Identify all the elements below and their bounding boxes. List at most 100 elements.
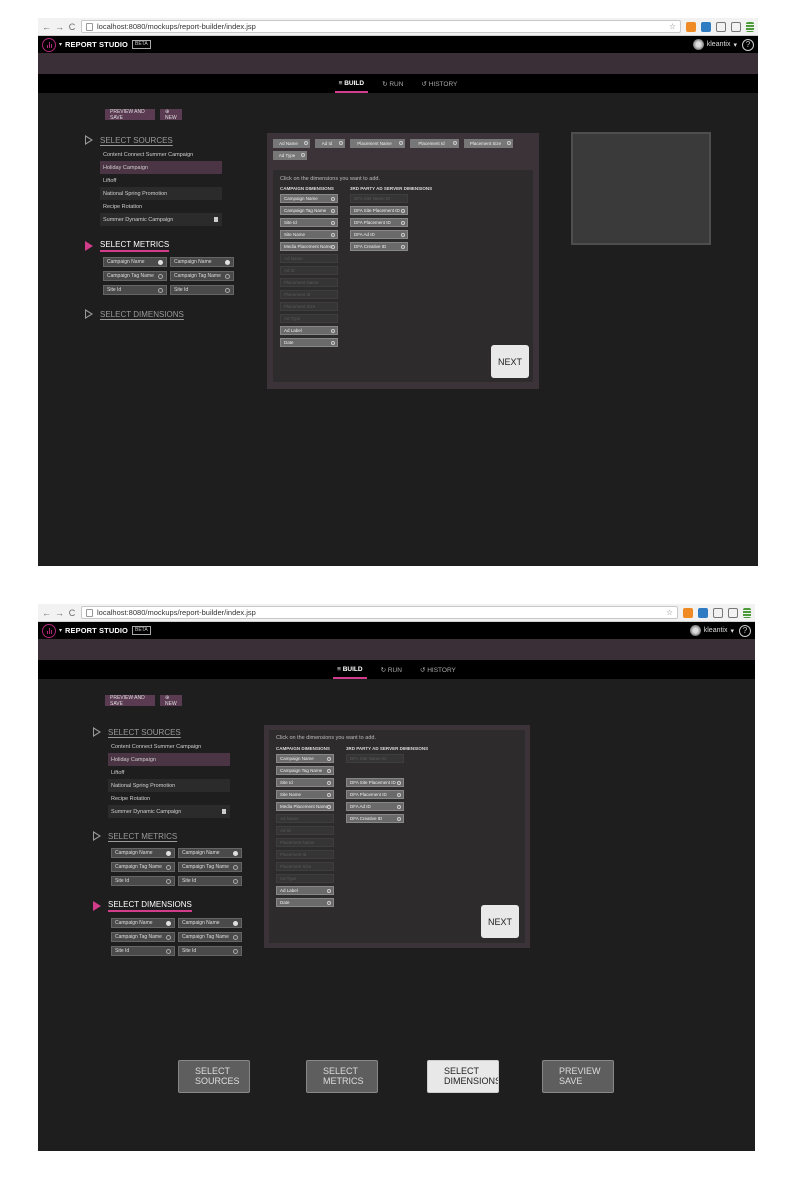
list-item[interactable]: Content Connect Summer Campaign [108, 740, 230, 753]
preview-save-button[interactable]: PREVIEW AND SAVE [105, 109, 155, 121]
address-bar[interactable]: localhost:8080/mockups/report-builder/in… [81, 20, 681, 33]
tab-history[interactable]: ↺ HISTORY [419, 77, 459, 91]
dimension-chip[interactable]: Campaign Name [280, 194, 338, 203]
remove-icon[interactable] [225, 288, 230, 293]
remove-icon[interactable] [233, 851, 238, 856]
dimension-chip[interactable]: Site Id [111, 946, 175, 956]
metric-chip[interactable]: Campaign Tag Name [178, 862, 242, 872]
dimension-chip[interactable]: Campaign Name [178, 918, 242, 928]
dimension-chip[interactable]: DFA Placement ID [346, 790, 404, 799]
remove-icon[interactable] [233, 935, 238, 940]
nav-preview-save-button[interactable]: PREVIEW SAVE [542, 1060, 614, 1093]
metric-chip[interactable]: Campaign Tag Name [170, 271, 234, 281]
dimension-chip[interactable]: Date [276, 898, 334, 907]
dimension-chip[interactable]: Site Name [276, 790, 334, 799]
selected-dimension-chip[interactable]: Ad Id [315, 139, 345, 148]
remove-icon[interactable] [166, 921, 171, 926]
dimension-chip[interactable]: Site Id [280, 218, 338, 227]
metric-chip[interactable]: Campaign Tag Name [111, 862, 175, 872]
step-metrics[interactable]: SELECT METRICS [85, 240, 170, 252]
remove-icon[interactable] [304, 141, 308, 145]
trash-icon[interactable] [214, 217, 218, 222]
bookmark-star-icon[interactable]: ☆ [666, 608, 673, 617]
step-sources[interactable]: SELECT SOURCES [85, 135, 173, 145]
metric-chip[interactable]: Site Id [111, 876, 175, 886]
tab-history[interactable]: ↺ HISTORY [418, 663, 458, 677]
list-item[interactable]: Holiday Campaign [108, 753, 230, 766]
bookmark-star-icon[interactable]: ☆ [669, 22, 676, 31]
dimension-chip[interactable]: DFA Creative ID [346, 814, 404, 823]
remove-icon[interactable] [166, 949, 171, 954]
trash-icon[interactable] [222, 809, 226, 814]
next-button[interactable]: NEXT [481, 905, 519, 938]
help-icon[interactable]: ? [742, 38, 754, 51]
list-item[interactable]: Content Connect Summer Campaign [100, 148, 222, 161]
step-sources[interactable]: SELECT SOURCES [93, 727, 181, 737]
dimension-chip[interactable]: Campaign Name [111, 918, 175, 928]
remove-icon[interactable] [233, 921, 238, 926]
dimension-chip[interactable]: Campaign Name [276, 754, 334, 763]
list-item[interactable]: Liftoff [100, 174, 222, 187]
metric-chip[interactable]: Site Id [178, 876, 242, 886]
browser-menu-icon[interactable] [743, 607, 751, 618]
dimension-chip[interactable]: DFA Site Placement ID [350, 206, 408, 215]
dimension-chip[interactable]: Campaign Tag Name [178, 932, 242, 942]
tab-build[interactable]: ≡ BUILD [334, 77, 369, 93]
report-studio-logo-icon[interactable] [42, 623, 56, 638]
user-menu[interactable]: kleantix ▾ [692, 39, 737, 50]
back-icon[interactable]: ← [42, 22, 51, 32]
selected-dimension-chip[interactable]: Placement Name [350, 139, 405, 148]
nav-select-metrics-button[interactable]: SELECT METRICS [306, 1060, 378, 1093]
metric-chip[interactable]: Campaign Name [178, 848, 242, 858]
metric-chip[interactable]: Campaign Name [111, 848, 175, 858]
remove-icon[interactable] [225, 274, 230, 279]
logo-caret-icon[interactable]: ▾ [59, 41, 62, 48]
nav-select-sources-button[interactable]: SELECT SOURCES [178, 1060, 250, 1093]
dimension-chip[interactable]: Site Name [280, 230, 338, 239]
dimension-chip[interactable]: DFA Placement ID [350, 218, 408, 227]
back-icon[interactable]: ← [42, 608, 51, 618]
selected-dimension-chip[interactable]: Placement Id [410, 139, 459, 148]
selected-dimension-chip[interactable]: Ad Type [273, 151, 307, 160]
step-metrics[interactable]: SELECT METRICS [93, 831, 177, 841]
metric-chip[interactable]: Campaign Name [170, 257, 234, 267]
extension-icon[interactable] [683, 607, 693, 618]
reload-icon[interactable]: C [68, 22, 76, 32]
dimension-chip[interactable]: Date [280, 338, 338, 347]
nav-select-dimensions-button[interactable]: SELECT DIMENSIONS [427, 1060, 499, 1093]
preview-save-button[interactable]: PREVIEW AND SAVE [105, 695, 155, 707]
tab-build[interactable]: ≡ BUILD [333, 663, 368, 679]
step-dimensions[interactable]: SELECT DIMENSIONS [85, 309, 184, 319]
dimension-chip[interactable]: Ad Label [280, 326, 338, 335]
remove-icon[interactable] [225, 260, 230, 265]
list-item[interactable]: Liftoff [108, 766, 230, 779]
step-dimensions[interactable]: SELECT DIMENSIONS [93, 900, 192, 912]
remove-icon[interactable] [453, 141, 457, 145]
remove-icon[interactable] [399, 141, 403, 145]
forward-icon[interactable]: → [55, 22, 64, 32]
list-item[interactable]: Holiday Campaign [100, 161, 222, 174]
metric-chip[interactable]: Site Id [170, 285, 234, 295]
remove-icon[interactable] [233, 879, 238, 884]
dimension-chip[interactable]: DFA Ad ID [350, 230, 408, 239]
metric-chip[interactable]: Site Id [103, 285, 167, 295]
dimension-chip[interactable]: Site Id [276, 778, 334, 787]
list-item[interactable]: Recipe Rotation [108, 792, 230, 805]
new-button[interactable]: ⊕ NEW [160, 109, 182, 121]
camera-icon[interactable] [728, 607, 738, 618]
dimension-chip[interactable]: DFA Site Placement ID [346, 778, 404, 787]
remove-icon[interactable] [158, 288, 163, 293]
remove-icon[interactable] [166, 851, 171, 856]
list-item[interactable]: National Spring Promotion [108, 779, 230, 792]
metric-chip[interactable]: Campaign Tag Name [103, 271, 167, 281]
dimension-chip[interactable]: Campaign Tag Name [111, 932, 175, 942]
new-button[interactable]: ⊕ NEW [160, 695, 182, 707]
tab-run[interactable]: ↻ RUN [379, 663, 404, 677]
address-bar[interactable]: localhost:8080/mockups/report-builder/in… [81, 606, 678, 619]
cast-icon[interactable] [716, 21, 726, 32]
remove-icon[interactable] [507, 141, 511, 145]
remove-icon[interactable] [166, 879, 171, 884]
cast-icon[interactable] [713, 607, 723, 618]
dimension-chip[interactable]: Media Placement Name [276, 802, 334, 811]
next-button[interactable]: NEXT [491, 345, 529, 378]
